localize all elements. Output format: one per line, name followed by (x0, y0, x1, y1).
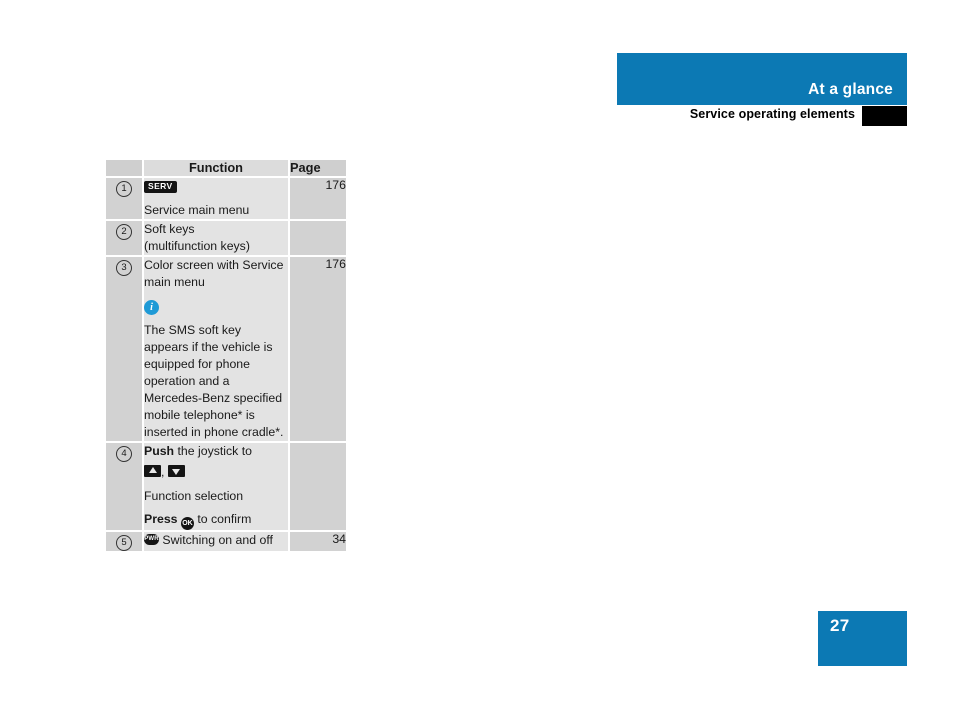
row-number-cell: 1 (106, 177, 144, 221)
power-button-icon: PWR (144, 534, 159, 546)
row-number-cell: 5 (106, 532, 144, 552)
legend-table: Function Page 1 SERV Service main menu 1… (106, 160, 346, 552)
row-text: Switching on and off (159, 533, 273, 548)
row-function-cell: Push the joystick to , Function selectio… (144, 442, 290, 533)
row-text-line1: Soft keys (144, 221, 195, 236)
callout-number: 3 (116, 259, 132, 276)
row-text-line2: main menu (144, 274, 205, 289)
table-header-row: Function Page (106, 160, 346, 178)
column-header-page: Page (290, 160, 346, 178)
row-function-cell: Soft keys (multifunction keys) (144, 220, 290, 257)
page-number: 27 (830, 616, 850, 635)
chapter-title: At a glance (808, 81, 893, 98)
table-row: 2 Soft keys (multifunction keys) (106, 220, 346, 257)
section-subtitle: Service operating elements (689, 107, 855, 121)
arrow-separator: , (161, 464, 165, 479)
serv-badge-line: SERV (144, 178, 288, 195)
row-function-cell: PWR Switching on and off (144, 532, 290, 552)
table-row: 1 SERV Service main menu 176 (106, 177, 346, 221)
row-page-cell (290, 442, 346, 533)
callout-number: 1 (116, 180, 132, 197)
row-text-line2: (multifunction keys) (144, 238, 250, 253)
down-arrow-key-icon (167, 464, 185, 477)
column-header-function: Function (144, 160, 290, 178)
row-page-cell: 34 (290, 532, 346, 552)
chapter-header-banner: At a glance (617, 53, 907, 105)
column-header-number (106, 160, 144, 178)
press-rest: to confirm (193, 512, 252, 527)
power-row-line: PWR Switching on and off (144, 532, 288, 549)
section-subtitle-bar: Service operating elements (617, 106, 907, 126)
push-rest: the joystick to (174, 443, 252, 458)
row-function-cell: SERV Service main menu (144, 177, 290, 221)
table-row: 4 Push the joystick to , Function select… (106, 442, 346, 533)
row-text-line1: Color screen with Service (144, 257, 284, 272)
row-text: Service main menu (144, 202, 250, 217)
row-number-cell: 2 (106, 220, 144, 257)
table-row: 5 PWR Switching on and off 34 (106, 532, 346, 552)
row-number-cell: 3 (106, 256, 144, 443)
info-note-text: The SMS soft key appears if the vehicle … (144, 322, 284, 439)
row-number-cell: 4 (106, 442, 144, 533)
callout-number: 4 (116, 445, 132, 462)
info-note-icon-line: i (144, 298, 288, 315)
function-selection-text: Function selection (144, 488, 244, 503)
table-row: 3 Color screen with Service main menu i … (106, 256, 346, 443)
up-arrow-key-icon (144, 464, 161, 477)
callout-number: 2 (116, 223, 132, 240)
push-instruction: Push the joystick to (144, 443, 288, 460)
press-instruction: Press OK to confirm (144, 511, 288, 531)
info-icon: i (144, 299, 159, 315)
row-page-cell: 176 (290, 177, 346, 221)
callout-number: 5 (116, 535, 132, 552)
chapter-thumb-tab (862, 106, 907, 126)
page-number-box: 27 (818, 611, 907, 666)
press-keyword: Press (144, 512, 178, 527)
ok-button-icon: OK (180, 517, 194, 531)
push-keyword: Push (144, 443, 175, 458)
joystick-arrow-row: , (144, 464, 288, 481)
row-page-cell (290, 220, 346, 257)
serv-badge-icon: SERV (144, 180, 177, 194)
row-function-cell: Color screen with Service main menu i Th… (144, 256, 290, 443)
row-page-cell: 176 (290, 256, 346, 443)
